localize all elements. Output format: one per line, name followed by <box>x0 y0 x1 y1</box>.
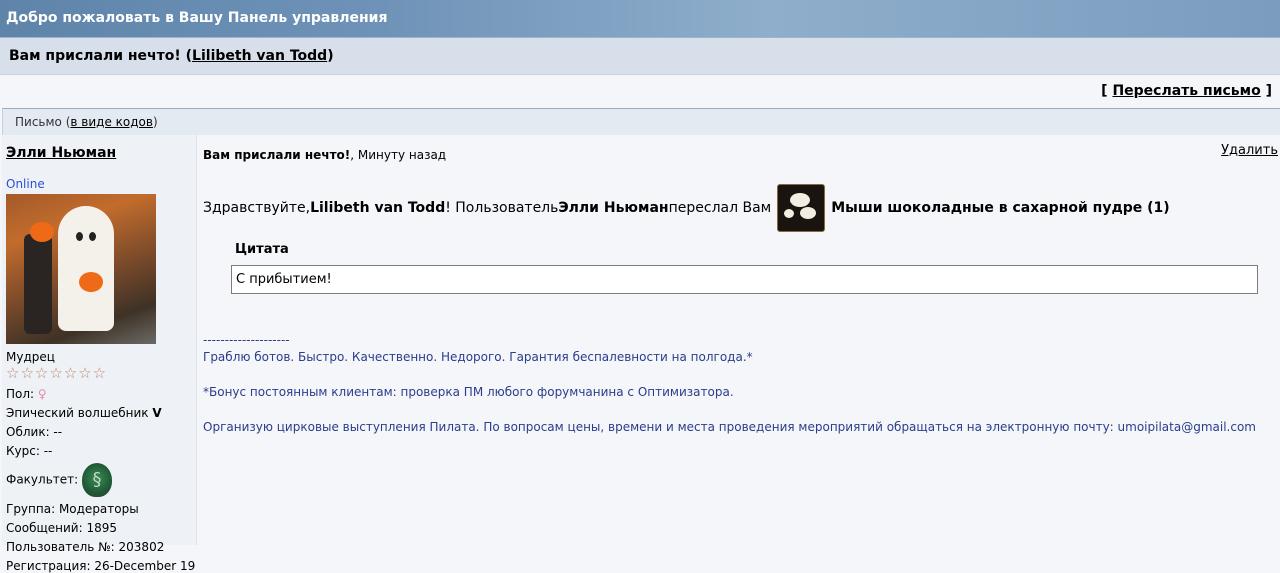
avatar-ghost <box>58 206 114 331</box>
appearance-row: Облик: -- <box>6 425 63 439</box>
faculty-label: Факультет: <box>6 472 79 487</box>
subject-prefix: Вам прислали нечто! ( <box>9 48 193 64</box>
gender-label: Пол: <box>6 387 35 401</box>
recipient-name: Lilibeth van Todd <box>310 200 446 216</box>
delete-link[interactable]: Удалить <box>1221 143 1278 158</box>
forward-letter-link[interactable]: Переслать письмо <box>1112 83 1260 99</box>
rank-stars-icon: ☆☆☆☆☆☆☆ <box>6 364 108 382</box>
message-subject-bar: Вам прислали нечто! (Lilibeth van Todd) <box>0 38 1280 75</box>
avatar-pumpkin <box>30 222 54 242</box>
message-content: Элли Ньюман Online Мудрец ☆☆☆☆☆☆☆ Пол: ♀… <box>2 135 1280 573</box>
user-rank: Мудрец <box>6 350 55 364</box>
panel-title: Добро пожаловать в Вашу Панель управлени… <box>6 10 388 26</box>
registration-row: Регистрация: 26-December 19 <box>6 559 196 573</box>
letter-label-close: ) <box>152 115 158 129</box>
title-level: V <box>152 406 162 420</box>
signature: -------------------- Граблю ботов. Быстр… <box>203 332 1280 436</box>
sender-name: Элли Ньюман <box>558 200 669 216</box>
message-time: , Минуту назад <box>350 148 447 162</box>
signature-line: *Бонус постоянным клиентам: проверка ПМ … <box>203 385 734 399</box>
subject-user-link[interactable]: Lilibeth van Todd <box>192 48 327 64</box>
message-head: Вам прислали нечто!, Минуту назад <box>203 148 1280 162</box>
forward-row: [ Переслать письмо ] <box>0 75 1280 108</box>
bracket-open: [ <box>1101 83 1113 99</box>
course-row: Курс: -- <box>6 444 53 458</box>
group-row: Группа: Модераторы <box>6 502 139 516</box>
user-number-row: Пользователь №: 203802 <box>6 540 165 554</box>
quote-box: С прибытием! <box>231 265 1258 294</box>
avatar-pumpkin <box>79 272 103 292</box>
signature-line: Организую цирковые выступления Пилата. П… <box>203 420 1256 434</box>
avatar-figure <box>24 234 52 334</box>
greet-text: переслал Вам <box>668 200 772 216</box>
title-row: Эпический волшебник V <box>6 406 196 420</box>
subject-suffix: ) <box>327 48 334 64</box>
faculty-row: Факультет: § <box>6 463 196 497</box>
posts-row: Сообщений: 1895 <box>6 521 117 535</box>
slytherin-crest-icon: § <box>82 463 113 497</box>
greet-text: ! Пользователь <box>445 200 559 216</box>
bracket-close: ] <box>1260 83 1272 99</box>
panel-title-bar: Добро пожаловать в Вашу Панель управлени… <box>0 0 1280 38</box>
female-icon: ♀ <box>37 387 47 401</box>
signature-divider: -------------------- <box>203 333 290 347</box>
author-sidebar: Элли Ньюман Online Мудрец ☆☆☆☆☆☆☆ Пол: ♀… <box>2 135 197 573</box>
user-title: Эпический волшебник <box>6 406 149 420</box>
author-name-link[interactable]: Элли Ньюман <box>6 145 116 161</box>
greet-text: Здравствуйте, <box>203 200 311 216</box>
signature-line: Граблю ботов. Быстро. Качественно. Недор… <box>203 350 753 364</box>
view-as-code-link[interactable]: в виде кодов <box>70 115 153 129</box>
quote-label: Цитата <box>235 242 289 257</box>
letter-header: Письмо (в виде кодов) <box>2 108 1280 135</box>
gender-row: Пол: ♀ <box>6 387 196 401</box>
online-status: Online <box>6 177 45 191</box>
message-title: Вам прислали нечто! <box>203 148 351 162</box>
gift-notice: Здравствуйте, Lilibeth van Todd ! Пользо… <box>203 184 1280 232</box>
avatar[interactable] <box>6 194 156 344</box>
message-body: Вам прислали нечто!, Минуту назад Удалит… <box>197 135 1280 545</box>
gift-name: Мыши шоколадные в сахарной пудре (1) <box>831 200 1170 216</box>
gift-image <box>777 184 826 232</box>
letter-label: Письмо ( <box>15 115 71 129</box>
